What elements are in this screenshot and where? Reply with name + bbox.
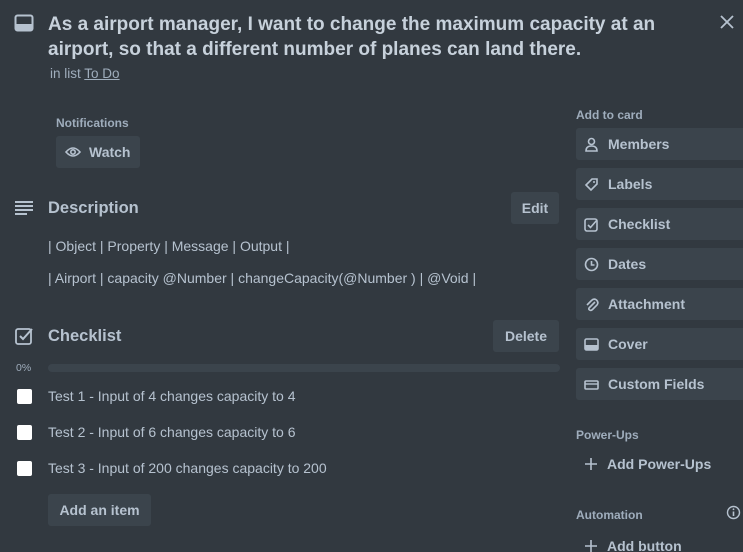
fields-icon [584, 377, 599, 392]
plus-icon [584, 457, 598, 471]
info-icon[interactable] [726, 505, 741, 520]
plus-icon [584, 539, 598, 552]
labels-label: Labels [608, 176, 653, 192]
custom-fields-button[interactable]: Custom Fields [576, 368, 743, 400]
checklist-icon [15, 327, 33, 345]
add-to-card-label: Add to card [576, 108, 643, 122]
watch-label: Watch [89, 144, 131, 160]
checkbox-icon [584, 217, 599, 232]
checklist-button-label: Checklist [608, 216, 671, 232]
checklist-heading: Checklist [48, 327, 122, 345]
cover-button[interactable]: Cover [576, 328, 743, 360]
clock-icon [584, 257, 599, 272]
card-cover-icon [584, 337, 599, 352]
eye-icon [65, 146, 81, 158]
notifications-label: Notifications [56, 116, 129, 130]
checklist-item-checkbox[interactable] [17, 461, 32, 476]
description-line: | Airport | capacity @Number | changeCap… [48, 270, 477, 286]
description-heading: Description [48, 199, 139, 217]
card-icon [14, 14, 34, 32]
checklist-item[interactable]: Test 3 - Input of 200 changes capacity t… [48, 460, 327, 476]
checklist-item[interactable]: Test 2 - Input of 6 changes capacity to … [48, 424, 295, 440]
power-ups-label: Power-Ups [576, 428, 639, 442]
watch-button[interactable]: Watch [56, 136, 140, 168]
close-icon[interactable] [718, 13, 736, 31]
dates-label: Dates [608, 256, 647, 272]
delete-checklist-button[interactable]: Delete [493, 320, 559, 352]
add-power-ups-button[interactable]: Add Power-Ups [576, 448, 711, 480]
checklist-item-checkbox[interactable] [17, 425, 32, 440]
labels-button[interactable]: Labels [576, 168, 743, 200]
progress-bar [48, 364, 560, 372]
dates-button[interactable]: Dates [576, 248, 743, 280]
attachment-button[interactable]: Attachment [576, 288, 743, 320]
tag-icon [584, 177, 599, 192]
paperclip-icon [584, 297, 599, 312]
custom-fields-label: Custom Fields [608, 376, 705, 392]
checklist-button[interactable]: Checklist [576, 208, 743, 240]
in-list-prefix: in list [50, 66, 81, 81]
edit-description-button[interactable]: Edit [511, 192, 559, 224]
list-link[interactable]: To Do [84, 66, 119, 81]
add-item-button[interactable]: Add an item [48, 494, 151, 526]
add-button-label: Add button [607, 538, 682, 552]
description-icon [14, 200, 34, 216]
add-button-button[interactable]: Add button [576, 530, 682, 552]
members-label: Members [608, 136, 670, 152]
automation-label: Automation [576, 508, 643, 522]
add-power-ups-label: Add Power-Ups [607, 456, 712, 472]
attachment-label: Attachment [608, 296, 686, 312]
in-list-text: in list To Do [50, 66, 120, 81]
card-title[interactable]: As a airport manager, I want to change t… [48, 12, 688, 62]
progress-percent: 0% [16, 362, 32, 374]
checklist-item[interactable]: Test 1 - Input of 4 changes capacity to … [48, 388, 295, 404]
checklist-item-checkbox[interactable] [17, 389, 32, 404]
members-button[interactable]: Members [576, 128, 743, 160]
cover-label: Cover [608, 336, 648, 352]
description-line: | Object | Property | Message | Output | [48, 238, 290, 254]
person-icon [584, 137, 599, 152]
